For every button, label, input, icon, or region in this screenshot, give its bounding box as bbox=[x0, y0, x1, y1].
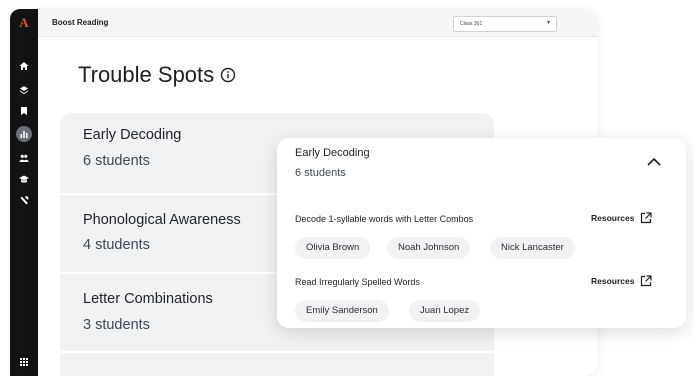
student-chip[interactable]: Juan Lopez bbox=[409, 300, 481, 322]
external-link-icon bbox=[641, 212, 653, 224]
group-icon[interactable] bbox=[17, 151, 31, 165]
tools-icon[interactable] bbox=[17, 194, 31, 208]
detail-title: Early Decoding bbox=[295, 147, 370, 159]
layers-icon[interactable] bbox=[17, 83, 31, 97]
trouble-spot-name: Letter Combinations bbox=[83, 291, 213, 307]
chevron-up-icon[interactable] bbox=[645, 153, 663, 171]
home-icon[interactable] bbox=[17, 59, 31, 73]
chevron-down-icon: ▼ bbox=[546, 20, 551, 26]
row-divider bbox=[60, 351, 494, 353]
school-icon[interactable] bbox=[17, 172, 31, 186]
detail-count: 6 students bbox=[295, 167, 346, 179]
page-title-text: Trouble Spots bbox=[78, 62, 215, 87]
trouble-spot-count: 3 students bbox=[83, 317, 150, 333]
student-chip[interactable]: Emily Sanderson bbox=[295, 300, 389, 322]
external-link-icon bbox=[641, 275, 653, 287]
student-chip[interactable]: Noah Johnson bbox=[387, 237, 471, 259]
trouble-spot-count: 4 students bbox=[83, 237, 150, 253]
resources-link[interactable]: Resources bbox=[591, 212, 653, 224]
resources-label: Resources bbox=[591, 213, 635, 223]
class-select-value: Class 301 bbox=[460, 21, 483, 27]
app-logo[interactable]: A bbox=[10, 15, 38, 31]
left-nav-rail: A bbox=[10, 9, 38, 376]
student-chip[interactable]: Olivia Brown bbox=[295, 237, 371, 259]
app-name: Boost Reading bbox=[52, 18, 109, 27]
trouble-spot-detail-card: Early Decoding 6 students Decode 1-sylla… bbox=[277, 138, 686, 328]
resources-link[interactable]: Resources bbox=[591, 275, 653, 287]
trouble-spot-count: 6 students bbox=[83, 153, 150, 169]
student-chip[interactable]: Nick Lancaster bbox=[490, 237, 575, 259]
page-title: Trouble Spots bbox=[78, 62, 236, 88]
skill-label: Decode 1-syllable words with Letter Comb… bbox=[295, 214, 474, 224]
skill-label: Read Irregularly Spelled Words bbox=[295, 277, 420, 287]
trouble-spot-name: Early Decoding bbox=[83, 127, 182, 143]
chart-icon[interactable] bbox=[16, 126, 32, 142]
resources-label: Resources bbox=[591, 276, 635, 286]
bookmark-icon[interactable] bbox=[17, 104, 31, 118]
trouble-spot-name: Phonological Awareness bbox=[83, 212, 241, 228]
top-bar: Boost Reading Class 301 ▼ bbox=[38, 9, 598, 37]
info-icon[interactable] bbox=[220, 67, 236, 83]
grid-icon[interactable] bbox=[17, 355, 31, 369]
class-select[interactable]: Class 301 ▼ bbox=[453, 16, 557, 32]
